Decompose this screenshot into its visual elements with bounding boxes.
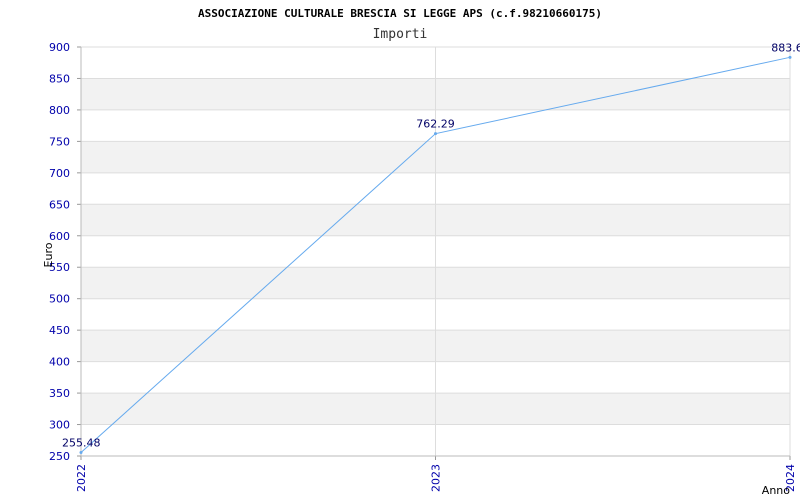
chart-svg: ASSOCIAZIONE CULTURALE BRESCIA SI LEGGE …: [42, 7, 800, 497]
data-label: 255.48: [62, 437, 101, 450]
line-chart: ASSOCIAZIONE CULTURALE BRESCIA SI LEGGE …: [0, 0, 800, 500]
data-label: 762.29: [416, 118, 455, 131]
x-axis-label: Anno: [762, 484, 790, 497]
x-tick-label: 2023: [430, 464, 443, 492]
data-point: [79, 451, 83, 455]
x-tick-labels: 2022 2023 2024: [75, 464, 797, 492]
y-tick-label: 300: [49, 419, 70, 432]
y-tick-label: 450: [49, 324, 70, 337]
y-tick-label: 250: [49, 450, 70, 463]
y-tick-label: 700: [49, 167, 70, 180]
y-tick-label: 850: [49, 72, 70, 85]
y-tick-label: 900: [49, 41, 70, 54]
y-axis-label: Euro: [42, 242, 55, 267]
y-tick-label: 400: [49, 356, 70, 369]
chart-subtitle: Importi: [373, 27, 428, 42]
chart-title: ASSOCIAZIONE CULTURALE BRESCIA SI LEGGE …: [198, 7, 602, 20]
y-tick-label: 800: [49, 104, 70, 117]
data-label: 883.6: [771, 41, 800, 54]
data-point: [788, 55, 792, 59]
y-tick-label: 650: [49, 198, 70, 211]
y-tick-label: 750: [49, 135, 70, 148]
x-tick-label: 2022: [75, 464, 88, 492]
data-point: [434, 132, 437, 136]
y-tick-label: 500: [49, 293, 70, 306]
y-tick-label: 600: [49, 230, 70, 243]
y-tick-label: 350: [49, 387, 70, 400]
